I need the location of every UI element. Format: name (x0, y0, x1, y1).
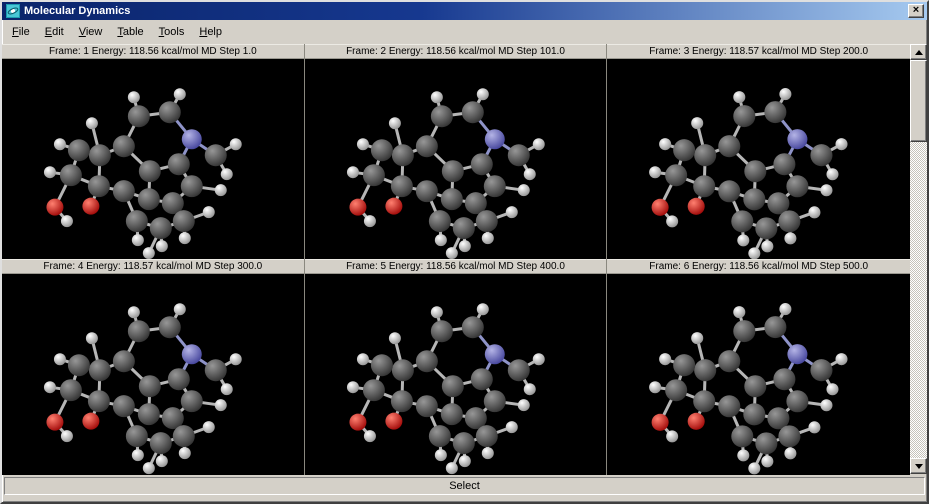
menu-table[interactable]: Table (110, 23, 151, 41)
frame-cell-2[interactable]: Frame: 2 Energy: 118.56 kcal/mol MD Step… (305, 44, 608, 259)
scrollbar-thumb[interactable] (910, 60, 927, 142)
frame-header: Frame: 3 Energy: 118.57 kcal/mol MD Step… (607, 44, 910, 59)
frame-cell-4[interactable]: Frame: 4 Energy: 118.57 kcal/mol MD Step… (2, 259, 305, 474)
menu-edit[interactable]: Edit (38, 23, 72, 41)
close-icon: × (913, 5, 919, 16)
frame-header: Frame: 6 Energy: 118.56 kcal/mol MD Step… (607, 259, 910, 274)
arrow-down-icon (915, 464, 923, 469)
menu-help[interactable]: Help (192, 23, 230, 41)
app-window: Molecular Dynamics × File Edit View Tabl… (0, 0, 929, 504)
close-button[interactable]: × (908, 4, 924, 18)
molecule-model (2, 274, 304, 474)
molecule-viewport[interactable] (2, 59, 304, 259)
arrow-up-icon (915, 50, 923, 55)
menubar: File Edit View Table Tools Help (2, 20, 927, 44)
app-icon (6, 4, 20, 18)
scrollbar-track[interactable] (910, 60, 927, 458)
molecule-viewport[interactable] (2, 274, 304, 474)
status-text: Select (449, 480, 480, 492)
molecule-viewport[interactable] (607, 274, 910, 474)
frame-cell-5[interactable]: Frame: 5 Energy: 118.56 kcal/mol MD Step… (305, 259, 608, 474)
frame-header: Frame: 2 Energy: 118.56 kcal/mol MD Step… (305, 44, 607, 59)
scroll-down-button[interactable] (910, 458, 927, 474)
scroll-up-button[interactable] (910, 44, 927, 60)
molecule-model (305, 59, 607, 259)
menu-file[interactable]: File (5, 23, 38, 41)
frames-area: Frame: 1 Energy: 118.56 kcal/mol MD Step… (2, 44, 927, 474)
frame-cell-6[interactable]: Frame: 6 Energy: 118.56 kcal/mol MD Step… (607, 259, 910, 474)
molecule-viewport[interactable] (607, 59, 910, 259)
menu-view[interactable]: View (72, 23, 111, 41)
molecule-model (305, 274, 607, 474)
status-bar: Select (2, 474, 927, 502)
frame-cell-1[interactable]: Frame: 1 Energy: 118.56 kcal/mol MD Step… (2, 44, 305, 259)
frame-header: Frame: 5 Energy: 118.56 kcal/mol MD Step… (305, 259, 607, 274)
vertical-scrollbar[interactable] (910, 44, 927, 474)
frames-grid: Frame: 1 Energy: 118.56 kcal/mol MD Step… (2, 44, 910, 474)
status-panel: Select (4, 477, 925, 495)
frame-header: Frame: 1 Energy: 118.56 kcal/mol MD Step… (2, 44, 304, 59)
molecule-model (607, 59, 910, 259)
molecule-viewport[interactable] (305, 274, 607, 474)
titlebar: Molecular Dynamics × (2, 2, 927, 20)
molecule-viewport[interactable] (305, 59, 607, 259)
frame-header: Frame: 4 Energy: 118.57 kcal/mol MD Step… (2, 259, 304, 274)
molecule-model (607, 274, 910, 474)
molecule-model (2, 59, 304, 259)
menu-tools[interactable]: Tools (152, 23, 193, 41)
frame-cell-3[interactable]: Frame: 3 Energy: 118.57 kcal/mol MD Step… (607, 44, 910, 259)
window-title: Molecular Dynamics (24, 5, 904, 17)
